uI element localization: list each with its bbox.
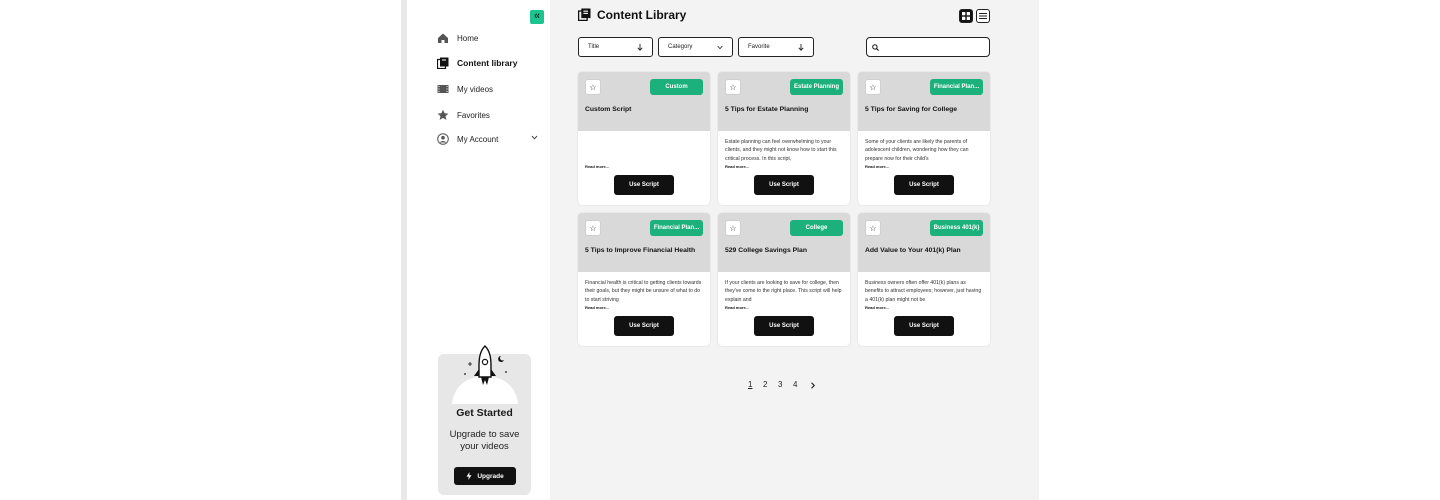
upgrade-promo-card: Get Started Upgrade to save your videos … (438, 345, 531, 495)
use-script-button[interactable]: Use Script (614, 175, 674, 195)
collapse-sidebar-button[interactable]: « (530, 10, 544, 24)
star-outline-icon: ☆ (729, 82, 737, 92)
filter-label: Favorite (748, 44, 770, 50)
nav-label: Home (457, 33, 479, 43)
grid-icon (962, 12, 970, 20)
use-script-button[interactable]: Use Script (614, 316, 674, 336)
bolt-icon (466, 472, 472, 480)
upgrade-button-label: Upgrade (477, 472, 504, 480)
search-box[interactable] (866, 37, 990, 57)
favorite-star-button[interactable]: ☆ (585, 220, 601, 236)
read-more-link[interactable]: Read more... (725, 305, 749, 310)
nav-item-my-account[interactable]: My Account (437, 131, 498, 147)
use-script-button[interactable]: Use Script (754, 316, 814, 336)
page-link-1[interactable]: 1 (748, 380, 752, 389)
title-sort-filter[interactable]: Title (578, 37, 653, 57)
favorite-star-button[interactable]: ☆ (865, 220, 881, 236)
list-icon (979, 13, 987, 19)
account-icon (437, 133, 449, 145)
card-description: If your clients are looking to save for … (725, 280, 842, 303)
use-script-button[interactable]: Use Script (894, 316, 954, 336)
read-more-link[interactable]: Read more... (865, 164, 889, 169)
star-outline-icon: ☆ (729, 223, 737, 233)
page-link-2[interactable]: 2 (763, 380, 767, 389)
read-more-link[interactable]: Read more... (865, 305, 889, 310)
rocket-illustration-icon (452, 345, 518, 404)
category-tag: Financial Plan... (930, 79, 983, 95)
script-card: ☆ Business 401(k) Add Value to Your 401(… (858, 213, 990, 346)
search-icon (872, 43, 879, 51)
promo-subtitle: Upgrade to save your videos (449, 429, 520, 452)
chevron-right-icon (811, 382, 816, 389)
card-title: 5 Tips to Improve Financial Health (585, 247, 696, 254)
filter-label: Title (588, 44, 600, 50)
category-dropdown[interactable]: Category (658, 37, 733, 57)
chevron-down-icon (717, 45, 723, 49)
category-tag: Custom (650, 79, 703, 95)
home-icon (437, 32, 449, 44)
use-script-button[interactable]: Use Script (754, 175, 814, 195)
main-content: Content Library Title Category Favorite … (550, 0, 1039, 500)
card-description (585, 138, 705, 163)
star-outline-icon: ☆ (869, 223, 877, 233)
nav-label: My Account (457, 134, 499, 144)
read-more-link[interactable]: Read more... (585, 164, 609, 169)
arrow-down-icon (637, 43, 643, 51)
favorite-star-button[interactable]: ☆ (725, 79, 741, 95)
star-outline-icon: ☆ (589, 82, 597, 92)
script-card: ☆ Financial Plan... 5 Tips to Improve Fi… (578, 213, 710, 346)
use-script-button[interactable]: Use Script (894, 175, 954, 195)
filter-label: Category (668, 44, 693, 50)
read-more-link[interactable]: Read more... (725, 164, 749, 169)
double-chevron-left-icon: « (533, 10, 541, 22)
star-outline-icon: ☆ (869, 82, 877, 92)
category-tag: College (790, 220, 843, 236)
arrow-down-icon (798, 43, 804, 51)
card-description: Business owners often offer 401(k) plans… (865, 280, 982, 303)
favorite-star-button[interactable]: ☆ (865, 79, 881, 95)
favorite-sort-filter[interactable]: Favorite (738, 37, 814, 57)
category-tag: Estate Planning (790, 79, 843, 95)
search-input[interactable] (883, 44, 983, 50)
script-card: ☆ Financial Plan... 5 Tips for Saving fo… (858, 72, 990, 205)
sidebar: « Home Content library My videos Favorit… (407, 0, 550, 500)
library-icon (578, 8, 591, 21)
card-description: Financial health is critical to getting … (585, 280, 702, 303)
read-more-link[interactable]: Read more... (585, 305, 609, 310)
star-outline-icon: ☆ (589, 223, 597, 233)
card-description: Some of your clients are likely the pare… (865, 139, 969, 162)
star-icon (437, 109, 449, 121)
card-title: 5 Tips for Saving for College (865, 106, 958, 113)
page-link-3[interactable]: 3 (778, 380, 782, 389)
list-view-toggle[interactable] (976, 9, 990, 23)
grid-view-toggle[interactable] (959, 9, 973, 23)
card-description: Estate planning can feel overwhelming to… (725, 139, 837, 162)
category-tag: Financial Plan... (650, 220, 703, 236)
page-title: Content Library (597, 8, 687, 22)
script-card: ☆ Estate Planning 5 Tips for Estate Plan… (718, 72, 850, 205)
nav-label: Content library (457, 58, 518, 68)
nav-item-content-library[interactable]: Content library (437, 55, 517, 71)
library-icon (437, 57, 449, 69)
card-title: Custom Script (585, 106, 632, 113)
upgrade-button[interactable]: Upgrade (454, 467, 516, 485)
favorite-star-button[interactable]: ☆ (725, 220, 741, 236)
next-page-button[interactable] (810, 382, 816, 391)
nav-item-home[interactable]: Home (437, 30, 478, 46)
nav-item-my-videos[interactable]: My videos (437, 81, 493, 97)
nav-item-favorites[interactable]: Favorites (437, 107, 490, 123)
video-icon (437, 83, 449, 95)
script-card: ☆ College 529 College Savings Plan If yo… (718, 213, 850, 346)
chevron-down-icon[interactable] (531, 134, 538, 143)
card-title: 5 Tips for Estate Planning (725, 106, 809, 113)
promo-title: Get Started (456, 407, 513, 419)
card-title: 529 College Savings Plan (725, 247, 807, 254)
nav-label: Favorites (457, 110, 490, 120)
card-title: Add Value to Your 401(k) Plan (865, 247, 961, 254)
favorite-star-button[interactable]: ☆ (585, 79, 601, 95)
category-tag: Business 401(k) (930, 220, 983, 236)
page-link-4[interactable]: 4 (793, 380, 797, 389)
script-card: ☆ Custom Custom Script Read more... Use … (578, 72, 710, 205)
nav-label: My videos (457, 84, 494, 94)
